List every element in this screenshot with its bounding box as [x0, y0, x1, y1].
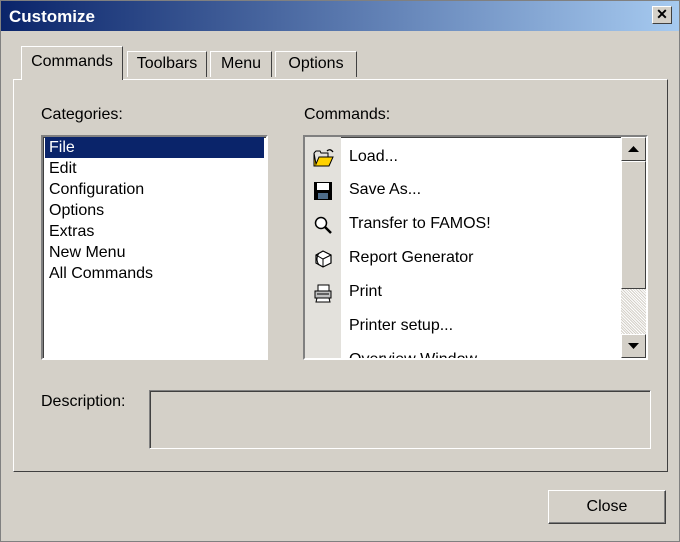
window-title: Customize	[9, 7, 95, 26]
categories-label: Categories:	[41, 106, 123, 123]
command-item-print[interactable]: Print	[305, 276, 621, 310]
command-item-overview-window[interactable]: Overview Window	[305, 344, 621, 360]
commands-listbox[interactable]: Load... Save As... Transfer to FAMOS! Re…	[303, 135, 648, 360]
scroll-track[interactable]	[621, 289, 646, 334]
command-label: Load...	[349, 148, 398, 165]
scroll-up-button[interactable]	[621, 137, 646, 161]
category-item-edit[interactable]: Edit	[45, 158, 264, 179]
command-label: Transfer to FAMOS!	[349, 215, 491, 232]
magnifier-icon	[313, 215, 333, 235]
command-item-report-generator[interactable]: Report Generator	[305, 242, 621, 276]
category-item-file[interactable]: File	[45, 137, 264, 158]
arrow-up-icon	[628, 146, 639, 152]
category-item-new-menu[interactable]: New Menu	[45, 242, 264, 263]
command-item-printer-setup[interactable]: Printer setup...	[305, 310, 621, 344]
scroll-down-button[interactable]	[621, 334, 646, 358]
command-label: Overview Window	[349, 351, 478, 360]
report-icon	[313, 249, 333, 269]
printer-icon	[313, 283, 333, 303]
command-item-transfer-to-famos[interactable]: Transfer to FAMOS!	[305, 208, 621, 242]
description-label: Description:	[41, 393, 126, 410]
category-item-options[interactable]: Options	[45, 200, 264, 221]
category-item-configuration[interactable]: Configuration	[45, 179, 264, 200]
command-item-save-as[interactable]: Save As...	[305, 174, 621, 208]
arrow-down-icon	[628, 343, 639, 349]
category-item-extras[interactable]: Extras	[45, 221, 264, 242]
tab-toolbars[interactable]: Toolbars	[127, 51, 207, 77]
customize-dialog: Customize ✕ Commands Toolbars Menu Optio…	[0, 0, 680, 542]
scroll-thumb[interactable]	[621, 161, 646, 289]
floppy-disk-icon	[313, 181, 333, 201]
title-bar[interactable]: Customize ✕	[1, 1, 679, 31]
tab-options[interactable]: Options	[275, 51, 357, 77]
command-label: Save As...	[349, 181, 422, 198]
tab-commands[interactable]: Commands	[21, 46, 123, 80]
command-label: Print	[349, 283, 382, 300]
categories-listbox[interactable]: File Edit Configuration Options Extras N…	[41, 135, 268, 360]
description-field	[149, 390, 651, 449]
category-item-all-commands[interactable]: All Commands	[45, 263, 264, 284]
open-folder-icon	[313, 148, 334, 168]
command-label: Printer setup...	[349, 317, 454, 334]
command-label: Report Generator	[349, 249, 474, 266]
close-button[interactable]: Close	[548, 490, 666, 524]
tab-menu[interactable]: Menu	[210, 51, 272, 77]
commands-label: Commands:	[304, 106, 391, 123]
commands-scrollbar[interactable]	[621, 137, 646, 358]
command-item-load[interactable]: Load...	[305, 141, 621, 175]
close-icon[interactable]: ✕	[652, 6, 672, 24]
